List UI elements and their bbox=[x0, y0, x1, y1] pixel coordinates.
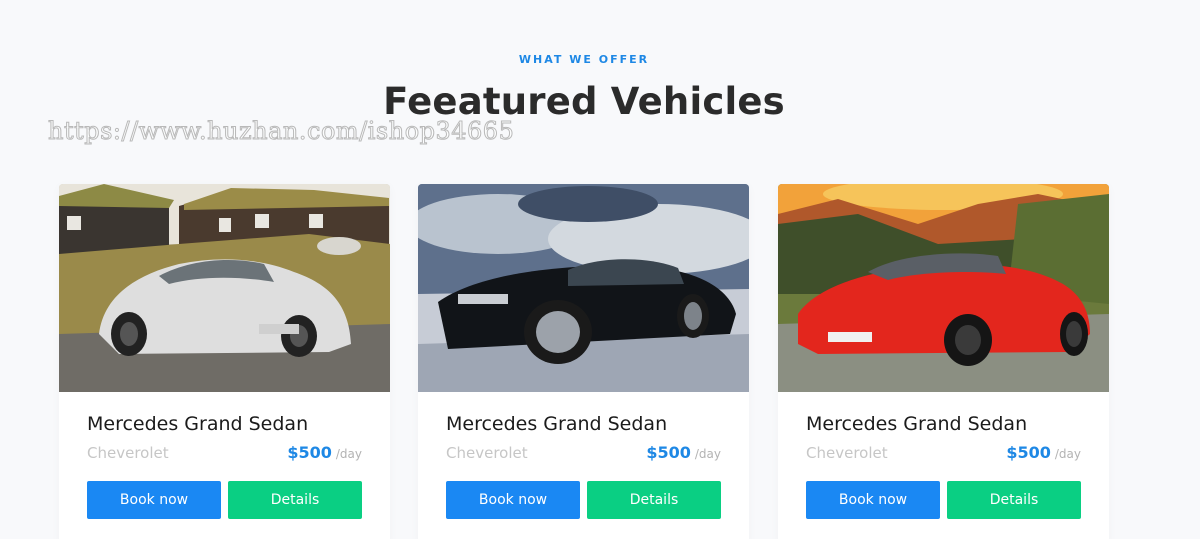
vehicle-price: $500/day bbox=[1006, 443, 1081, 462]
price-period: /day bbox=[1054, 447, 1081, 461]
book-now-button[interactable]: Book now bbox=[446, 481, 580, 519]
vehicle-title: Mercedes Grand Sedan bbox=[446, 413, 668, 435]
vehicle-make: Cheverolet bbox=[87, 444, 169, 462]
price-amount: $500 bbox=[287, 443, 332, 462]
section-eyebrow: WHAT WE OFFER bbox=[518, 53, 650, 66]
vehicle-title: Mercedes Grand Sedan bbox=[87, 413, 309, 435]
vehicle-card: Mercedes Grand Sedan Cheverolet $500/day… bbox=[59, 184, 390, 539]
vehicle-make: Cheverolet bbox=[806, 444, 888, 462]
watermark: https://www.huzhan.com/ishop34665 bbox=[47, 117, 515, 146]
details-button[interactable]: Details bbox=[947, 481, 1081, 519]
vehicle-price: $500/day bbox=[646, 443, 721, 462]
vehicle-price: $500/day bbox=[287, 443, 362, 462]
vehicle-title: Mercedes Grand Sedan bbox=[806, 413, 1028, 435]
book-now-button[interactable]: Book now bbox=[87, 481, 221, 519]
price-period: /day bbox=[335, 447, 362, 461]
vehicle-photo[interactable] bbox=[418, 184, 749, 392]
vehicle-photo[interactable] bbox=[59, 184, 390, 392]
vehicle-card: Mercedes Grand Sedan Cheverolet $500/day… bbox=[778, 184, 1109, 539]
book-now-button[interactable]: Book now bbox=[806, 481, 940, 519]
price-amount: $500 bbox=[1006, 443, 1051, 462]
vehicle-make: Cheverolet bbox=[446, 444, 528, 462]
price-amount: $500 bbox=[646, 443, 691, 462]
vehicle-card: Mercedes Grand Sedan Cheverolet $500/day… bbox=[418, 184, 749, 539]
vehicle-photo[interactable] bbox=[778, 184, 1109, 392]
details-button[interactable]: Details bbox=[228, 481, 362, 519]
price-period: /day bbox=[694, 447, 721, 461]
details-button[interactable]: Details bbox=[587, 481, 721, 519]
